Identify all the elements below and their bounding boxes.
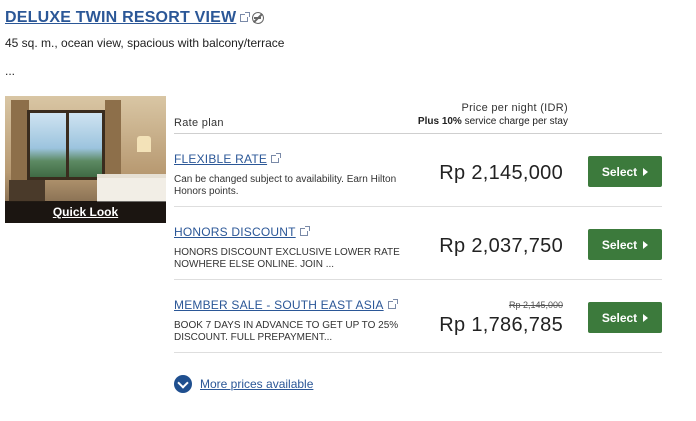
rate-name-link[interactable]: HONORS DISCOUNT — [174, 225, 310, 239]
select-button[interactable]: Select — [588, 156, 662, 187]
rate-description: BOOK 7 DAYS IN ADVANCE TO GET UP TO 25% … — [174, 320, 399, 343]
rate-row: HONORS DISCOUNT HONORS DISCOUNT EXCLUSIV… — [174, 207, 662, 280]
rate-row: FLEXIBLE RATE Can be changed subject to … — [174, 134, 662, 207]
rate-price: Rp 2,037,750 — [439, 235, 563, 257]
original-price: Rp 2,145,000 — [508, 300, 563, 310]
service-percent: 10% — [441, 116, 462, 127]
select-button-label[interactable]: Select — [602, 238, 637, 252]
service-rest: service charge per stay — [464, 116, 568, 127]
rate-description: Can be changed subject to availability. … — [174, 174, 397, 197]
rate-description: HONORS DISCOUNT EXCLUSIVE LOWER RATE NOW… — [174, 247, 400, 270]
photo-chair — [9, 180, 45, 202]
caret-right-icon — [643, 240, 649, 249]
quick-look-button[interactable]: Quick Look — [5, 201, 166, 223]
caret-right-icon — [643, 167, 649, 176]
rate-name-text[interactable]: HONORS DISCOUNT — [174, 225, 296, 239]
rate-plan-header: Rate plan — [174, 117, 224, 129]
chevron-down-icon[interactable] — [174, 375, 192, 393]
rate-price: Rp 2,145,000 — [439, 162, 563, 184]
price-per-night-header: Price per night (IDR) — [461, 102, 568, 114]
rates-header: Rate plan Price per night (IDR) Plus 10%… — [174, 96, 662, 134]
external-link-icon[interactable] — [299, 226, 310, 236]
external-link-icon[interactable] — [387, 299, 398, 309]
no-smoking-icon — [252, 12, 265, 24]
photo-bed — [97, 174, 166, 202]
select-button-label[interactable]: Select — [602, 311, 637, 325]
select-button[interactable]: Select — [588, 302, 662, 333]
external-link-icon[interactable] — [240, 12, 251, 22]
photo-window — [27, 110, 105, 180]
more-prices-toggle[interactable]: More prices available — [174, 375, 313, 393]
room-more-ellipsis[interactable]: ... — [5, 64, 15, 78]
room-description: 45 sq. m., ocean view, spacious with bal… — [5, 36, 285, 50]
select-button[interactable]: Select — [588, 229, 662, 260]
select-button-label[interactable]: Select — [602, 165, 637, 179]
rates-table: Rate plan Price per night (IDR) Plus 10%… — [174, 96, 662, 353]
room-title-link[interactable]: DELUXE TWIN RESORT VIEW — [5, 9, 236, 27]
room-title: DELUXE TWIN RESORT VIEW — [5, 9, 265, 27]
service-charge-note: Plus 10% service charge per stay — [418, 116, 568, 127]
room-photo[interactable]: Quick Look — [5, 96, 166, 223]
rate-name-text[interactable]: MEMBER SALE - SOUTH EAST ASIA — [174, 298, 384, 312]
rate-name-link[interactable]: FLEXIBLE RATE — [174, 152, 282, 166]
external-link-icon[interactable] — [271, 153, 282, 163]
caret-right-icon — [643, 313, 649, 322]
rate-name-text[interactable]: FLEXIBLE RATE — [174, 152, 267, 166]
rate-price: Rp 1,786,785 — [439, 314, 563, 336]
more-prices-link[interactable]: More prices available — [200, 377, 313, 391]
rate-row: MEMBER SALE - SOUTH EAST ASIA BOOK 7 DAY… — [174, 280, 662, 353]
photo-lamp — [137, 136, 151, 152]
rate-name-link[interactable]: MEMBER SALE - SOUTH EAST ASIA — [174, 298, 398, 312]
service-plus: Plus — [417, 116, 440, 127]
